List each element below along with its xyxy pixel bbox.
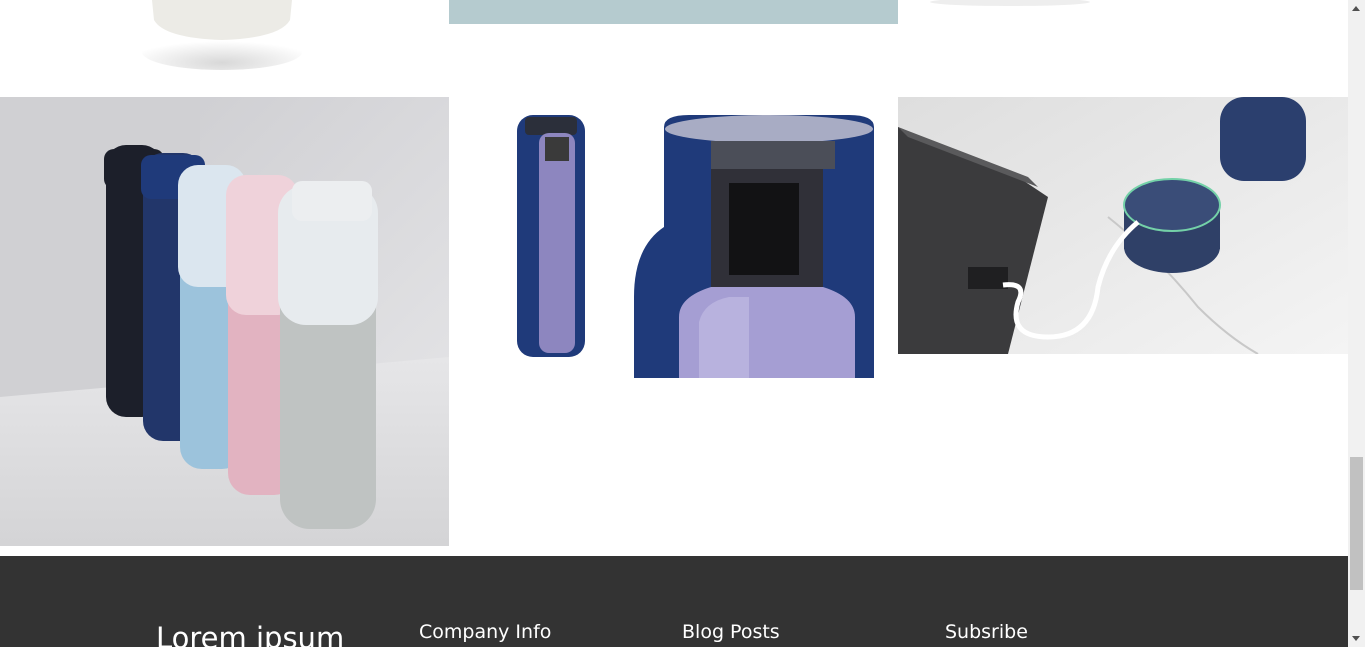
footer-heading-blog-posts: Blog Posts xyxy=(682,621,780,643)
product-image-bottle-lineup[interactable] xyxy=(0,97,449,546)
footer-brand-logo-text[interactable]: Lorem ipsum xyxy=(156,620,344,656)
chevron-up-icon[interactable] xyxy=(1348,0,1365,17)
product-image-top-middle[interactable] xyxy=(449,0,898,24)
footer-heading-company-info: Company Info xyxy=(419,621,552,643)
product-image-top-right[interactable] xyxy=(920,0,1110,10)
chevron-down-icon[interactable] xyxy=(1348,630,1365,647)
product-image-bottle-cutaway[interactable] xyxy=(449,97,898,387)
product-image-charging-dock[interactable] xyxy=(898,97,1348,354)
scrollbar-thumb[interactable] xyxy=(1350,457,1363,590)
product-image-cup[interactable] xyxy=(130,0,310,70)
footer-heading-subscribe: Subsribe xyxy=(945,621,1028,643)
